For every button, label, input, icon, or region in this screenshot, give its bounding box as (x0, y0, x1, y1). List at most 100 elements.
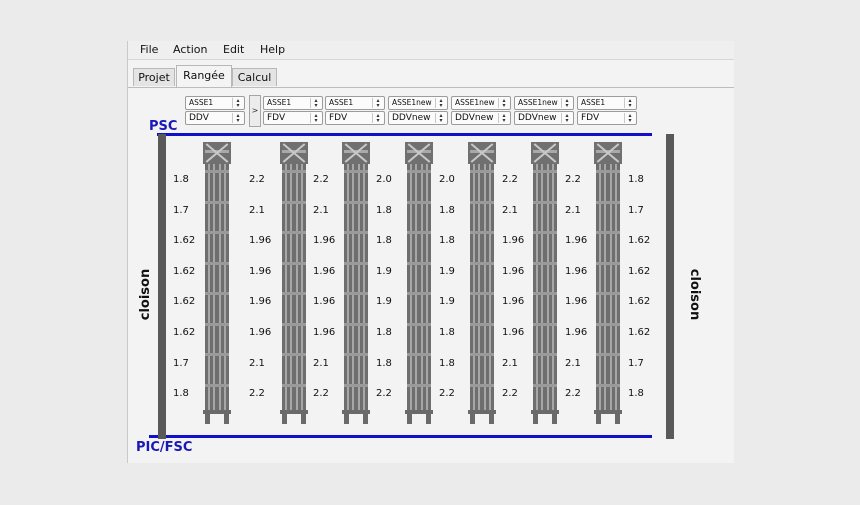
assembly-type-select-5[interactable]: ASSE1new ▴ ▾ (451, 96, 511, 110)
assembly-mode-select-1[interactable]: DDV ▴ ▾ (185, 111, 245, 125)
assembly-top-nozzle (203, 142, 231, 164)
gap-value: 2.2 (249, 174, 265, 185)
assembly-top-nozzle (280, 142, 308, 164)
assembly-type-select-2[interactable]: ASSE1 ▴ ▾ (263, 96, 323, 110)
gap-value: 1.62 (173, 327, 196, 338)
assembly-bottom-nozzle (342, 410, 370, 424)
gap-value: 1.96 (502, 296, 525, 308)
assembly-top-nozzle (342, 142, 370, 164)
gap-value: 2.1 (502, 357, 518, 369)
menu-help[interactable]: Help (260, 43, 285, 56)
psc-line (157, 133, 652, 136)
gap-value: 1.8 (376, 204, 392, 216)
tab-rangee[interactable]: Rangée (176, 65, 232, 87)
gap-value: 1.62 (628, 296, 651, 308)
chevron-updown-icon: ▴ ▾ (498, 98, 509, 109)
gap-value: 1.96 (249, 265, 272, 277)
assembly-mode-select-2[interactable]: FDV ▴ ▾ (263, 111, 323, 125)
gap-value: 1.7 (628, 357, 644, 369)
gap-value: 1.96 (565, 265, 588, 277)
assembly-column-7[interactable] (594, 142, 622, 424)
assembly-column-4[interactable] (405, 142, 433, 424)
gap-value: 1.9 (439, 296, 455, 308)
gap-value: 1.96 (313, 265, 336, 277)
gap-value: 2.2 (565, 174, 581, 185)
assembly-column-6[interactable] (531, 142, 559, 424)
assembly-top-nozzle (594, 142, 622, 164)
chevron-updown-icon: ▴ ▾ (498, 113, 509, 124)
gap-value: 1.62 (173, 265, 196, 277)
gap-value: 1.7 (173, 204, 189, 216)
gap-value: 1.9 (376, 296, 392, 308)
gap-value: 1.62 (628, 235, 651, 247)
psc-label: PSC (149, 119, 178, 134)
select-value: DDVnew (455, 113, 494, 123)
gap-value: 2.1 (313, 357, 329, 369)
assembly-body (282, 164, 306, 410)
assembly-bottom-nozzle (594, 410, 622, 424)
assembly-type-select-4[interactable]: ASSE1new ▴ ▾ (388, 96, 448, 110)
insert-separator-button[interactable]: > (249, 95, 261, 127)
gap-value: 1.96 (565, 327, 588, 338)
gap-value: 1.96 (502, 235, 525, 247)
assembly-type-select-3[interactable]: ASSE1 ▴ ▾ (325, 96, 385, 110)
gap-value: 2.2 (502, 388, 518, 400)
gap-value: 1.96 (502, 327, 525, 338)
select-value: ASSE1 (189, 98, 214, 107)
assembly-body (596, 164, 620, 410)
gap-value: 1.8 (439, 235, 455, 247)
gap-value: 2.1 (249, 357, 265, 369)
chevron-updown-icon: ▴ ▾ (310, 98, 321, 109)
gap-value: 1.8 (439, 357, 455, 369)
tab-calcul[interactable]: Calcul (232, 68, 277, 86)
select-value: DDVnew (518, 113, 557, 123)
assembly-bottom-nozzle (203, 410, 231, 424)
tab-projet[interactable]: Projet (133, 68, 175, 86)
gap-value: 1.7 (628, 204, 644, 216)
right-partition-wall (666, 134, 674, 439)
assembly-bottom-nozzle (280, 410, 308, 424)
assembly-mode-select-3[interactable]: FDV ▴ ▾ (325, 111, 385, 125)
gap-value: 1.62 (628, 265, 651, 277)
gap-value: 1.8 (376, 235, 392, 247)
chevron-updown-icon: ▴ ▾ (624, 98, 635, 109)
assembly-top-nozzle (531, 142, 559, 164)
gap-value: 1.96 (249, 235, 272, 247)
tab-bar: Projet Rangée Calcul (128, 63, 734, 88)
assembly-body (344, 164, 368, 410)
select-value: ASSE1new (518, 98, 558, 107)
gap-value: 2.2 (376, 388, 392, 400)
assembly-mode-select-4[interactable]: DDVnew ▴ ▾ (388, 111, 448, 125)
gap-value: 1.96 (249, 327, 272, 338)
gap-value: 1.62 (628, 327, 651, 338)
assembly-column-2[interactable] (280, 142, 308, 424)
assembly-mode-select-7[interactable]: FDV ▴ ▾ (577, 111, 637, 125)
assembly-column-3[interactable] (342, 142, 370, 424)
gap-value: 1.96 (565, 296, 588, 308)
application-window: File Action Edit Help Projet Rangée Calc… (127, 41, 734, 463)
chevron-updown-icon: ▴ ▾ (435, 113, 446, 124)
gap-value: 2.2 (565, 388, 581, 400)
menu-bar: File Action Edit Help (128, 41, 734, 60)
gap-value: 2.1 (313, 204, 329, 216)
assembly-type-select-6[interactable]: ASSE1new ▴ ▾ (514, 96, 574, 110)
menu-edit[interactable]: Edit (223, 43, 244, 56)
assembly-mode-select-5[interactable]: DDVnew ▴ ▾ (451, 111, 511, 125)
assembly-body (205, 164, 229, 410)
assembly-column-1[interactable] (203, 142, 231, 424)
gap-value: 1.7 (173, 357, 189, 369)
assembly-top-nozzle (405, 142, 433, 164)
menu-action[interactable]: Action (173, 43, 207, 56)
gap-value: 2.2 (313, 388, 329, 400)
assembly-type-select-1[interactable]: ASSE1 ▴ ▾ (185, 96, 245, 110)
assembly-column-5[interactable] (468, 142, 496, 424)
assembly-type-select-7[interactable]: ASSE1 ▴ ▾ (577, 96, 637, 110)
assembly-mode-select-6[interactable]: DDVnew ▴ ▾ (514, 111, 574, 125)
menu-file[interactable]: File (140, 43, 158, 56)
gap-value: 2.0 (376, 174, 392, 185)
gap-value: 1.8 (376, 327, 392, 338)
gap-value: 1.62 (173, 235, 196, 247)
pic-fsc-label: PIC/FSC (136, 440, 193, 455)
select-value: FDV (267, 113, 286, 123)
gap-value: 2.2 (439, 388, 455, 400)
